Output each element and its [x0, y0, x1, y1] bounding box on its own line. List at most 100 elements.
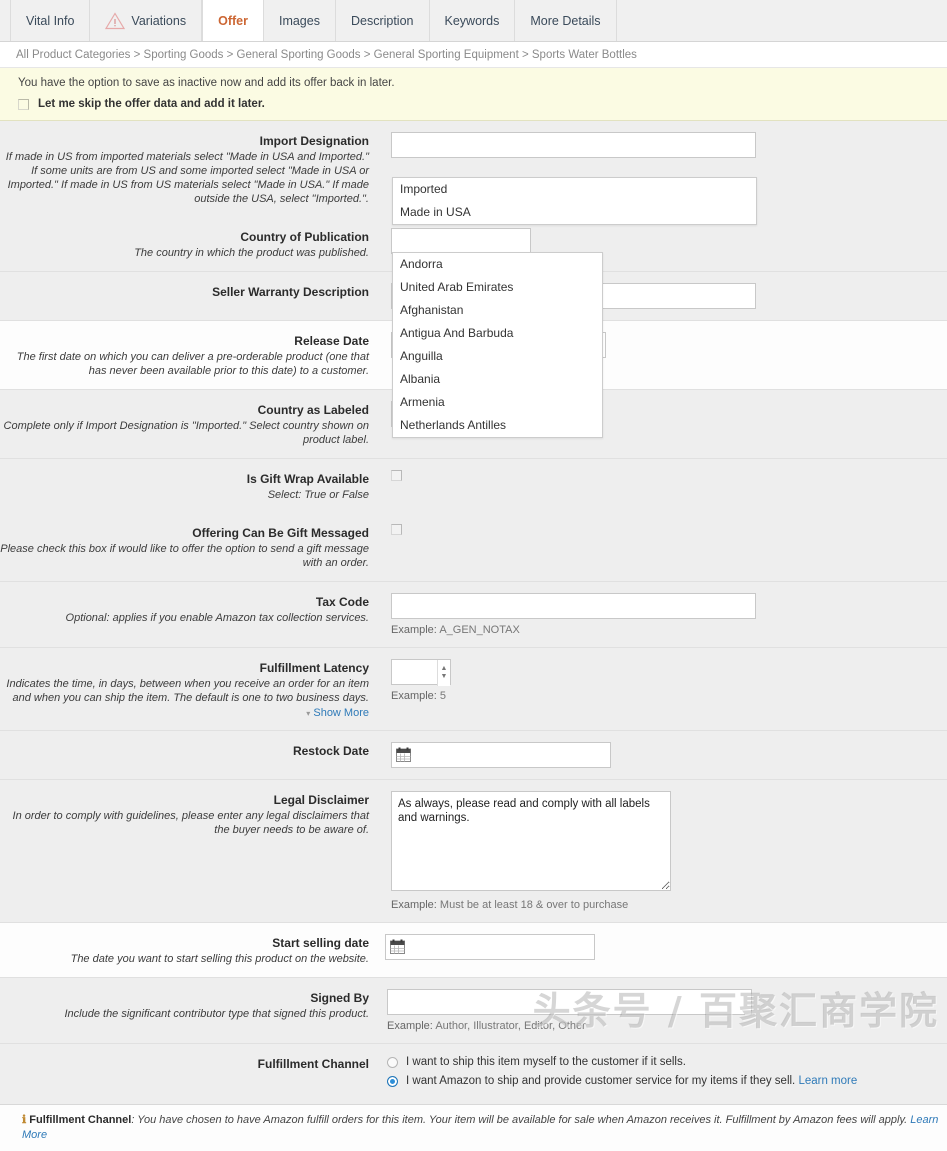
fulfillment-latency-label: Fulfillment Latency [259, 661, 369, 675]
fulfillment-channel-info-message: ℹ Fulfillment Channel: You have chosen t… [0, 1104, 947, 1151]
tab-vital-info[interactable]: Vital Info [10, 0, 91, 41]
radio-amazon-fulfilled[interactable] [387, 1076, 398, 1087]
tab-offer[interactable]: Offer [202, 0, 264, 41]
learn-more-link[interactable]: Learn more [798, 1075, 857, 1087]
country-as-labeled-description: Complete only if Import Designation is "… [3, 420, 369, 446]
fulfillment-option-merchant[interactable]: I want to ship this item myself to the c… [387, 1055, 947, 1070]
tab-images[interactable]: Images [264, 0, 336, 41]
autocomplete-option[interactable]: Armenia [393, 391, 602, 414]
country-as-labeled-label: Country as Labeled [257, 403, 369, 417]
autocomplete-option[interactable]: United Arab Emirates [393, 276, 602, 299]
row-signed-by: Signed By Include the significant contri… [0, 977, 947, 1043]
start-selling-date-picker[interactable] [385, 934, 595, 960]
import-designation-field [379, 132, 947, 158]
offer-skip-notice: You have the option to save as inactive … [0, 68, 947, 121]
gift-message-field [379, 524, 947, 538]
autocomplete-option[interactable]: Netherlands Antilles [393, 414, 602, 437]
fulfillment-option-amazon-label: I want Amazon to ship and provide custom… [406, 1075, 858, 1087]
import-designation-label-block: Import Designation If made in US from im… [0, 132, 379, 206]
fulfillment-channel-label-block: Fulfillment Channel [0, 1055, 379, 1072]
tab-more-details[interactable]: More Details [515, 0, 617, 41]
start-selling-date-label: Start selling date [272, 936, 369, 950]
breadcrumb-text: All Product Categories > Sporting Goods … [16, 48, 637, 61]
autocomplete-option[interactable]: Anguilla [393, 345, 602, 368]
country-of-publication-input[interactable] [391, 228, 531, 254]
fulfillment-option-merchant-label: I want to ship this item myself to the c… [406, 1056, 686, 1068]
signed-by-description: Include the significant contributor type… [64, 1008, 369, 1020]
skip-offer-row[interactable]: Let me skip the offer data and add it la… [18, 98, 947, 110]
start-selling-date-input[interactable] [385, 934, 595, 960]
signed-by-example: Example: Author, Illustrator, Editor, Ot… [387, 1020, 947, 1032]
skip-offer-checkbox[interactable] [18, 98, 29, 110]
signed-by-field: Example: Author, Illustrator, Editor, Ot… [379, 989, 947, 1032]
restock-date-picker[interactable] [391, 742, 611, 768]
tax-code-label: Tax Code [315, 595, 369, 609]
stepper-arrows-icon[interactable]: ▲ ▼ [437, 660, 450, 686]
row-start-selling-date: Start selling date The date you want to … [0, 922, 947, 977]
radio-merchant-fulfilled[interactable] [387, 1057, 398, 1068]
row-tax-code: Tax Code Optional: applies if you enable… [0, 581, 947, 647]
country-of-publication-label: Country of Publication [240, 230, 369, 244]
import-designation-description: If made in US from imported materials se… [5, 151, 369, 205]
tax-code-description: Optional: applies if you enable Amazon t… [65, 612, 369, 624]
country-of-publication-label-block: Country of Publication The country in wh… [0, 228, 379, 260]
tab-keywords[interactable]: Keywords [430, 0, 516, 41]
tax-code-field: Example: A_GEN_NOTAX [379, 593, 947, 636]
legal-disclaimer-example-label: Example: [391, 899, 437, 911]
gift-message-label: Offering Can Be Gift Messaged [192, 526, 369, 540]
legal-disclaimer-example: Example: Must be at least 18 & over to p… [391, 899, 947, 911]
tab-label: Description [350, 13, 414, 28]
tab-description[interactable]: Description [336, 0, 430, 41]
import-designation-autocomplete[interactable]: Imported Made in USA [392, 177, 757, 225]
restock-date-label: Restock Date [292, 744, 369, 758]
fulfillment-latency-stepper[interactable]: ▲ ▼ [391, 659, 451, 686]
legal-disclaimer-label: Legal Disclaimer [273, 793, 369, 807]
gift-wrap-checkbox[interactable] [391, 470, 402, 481]
country-of-publication-field [379, 228, 947, 254]
tab-label: Keywords [444, 13, 500, 28]
fulfillment-latency-example: Example: 5 [391, 690, 947, 702]
row-restock-date: Restock Date [0, 730, 947, 779]
tax-code-input[interactable] [391, 593, 756, 619]
signed-by-example-label: Example: [387, 1020, 433, 1032]
notice-message: You have the option to save as inactive … [18, 77, 395, 89]
gift-wrap-label-block: Is Gift Wrap Available Select: True or F… [0, 470, 379, 502]
import-designation-input[interactable] [391, 132, 756, 158]
seller-warranty-label: Seller Warranty Description [212, 285, 369, 299]
autocomplete-option[interactable]: Made in USA [393, 201, 756, 224]
release-date-label-block: Release Date The first date on which you… [0, 332, 379, 378]
start-selling-date-label-block: Start selling date The date you want to … [0, 934, 379, 966]
release-date-label: Release Date [294, 334, 369, 348]
skip-offer-label: Let me skip the offer data and add it la… [38, 98, 265, 110]
tab-variations[interactable]: Variations [90, 0, 203, 41]
signed-by-input[interactable] [387, 989, 752, 1015]
gift-message-label-block: Offering Can Be Gift Messaged Please che… [0, 524, 379, 570]
country-of-publication-description: The country in which the product was pub… [134, 247, 369, 259]
legal-disclaimer-textarea[interactable]: As always, please read and comply with a… [391, 791, 671, 891]
autocomplete-option[interactable]: Antigua And Barbuda [393, 322, 602, 345]
legal-disclaimer-field: As always, please read and comply with a… [379, 791, 947, 911]
fulfillment-latency-show-more[interactable]: ▾ Show More [306, 707, 369, 719]
country-of-publication-autocomplete[interactable]: Andorra United Arab Emirates Afghanistan… [392, 252, 603, 438]
info-icon: ℹ [22, 1114, 27, 1126]
fulfillment-option-amazon[interactable]: I want Amazon to ship and provide custom… [387, 1074, 947, 1089]
fulfillment-latency-field: ▲ ▼ Example: 5 [379, 659, 947, 702]
restock-date-input[interactable] [391, 742, 611, 768]
fulfillment-latency-example-label: Example: [391, 690, 437, 702]
chevron-down-icon: ▾ [306, 709, 311, 718]
autocomplete-option[interactable]: Albania [393, 368, 602, 391]
autocomplete-option[interactable]: Imported [393, 178, 756, 201]
warning-triangle-icon [105, 11, 126, 30]
gift-message-checkbox[interactable] [391, 524, 402, 535]
row-fulfillment-channel: Fulfillment Channel I want to ship this … [0, 1043, 947, 1104]
autocomplete-option[interactable]: Afghanistan [393, 299, 602, 322]
autocomplete-option[interactable]: Andorra [393, 253, 602, 276]
seller-warranty-label-block: Seller Warranty Description [0, 283, 379, 300]
tax-code-label-block: Tax Code Optional: applies if you enable… [0, 593, 379, 625]
row-fulfillment-latency: Fulfillment Latency Indicates the time, … [0, 647, 947, 730]
row-legal-disclaimer: Legal Disclaimer In order to comply with… [0, 779, 947, 922]
tab-label: Offer [218, 13, 248, 28]
tax-code-example-value: A_GEN_NOTAX [439, 624, 520, 636]
fulfillment-channel-field: I want to ship this item myself to the c… [379, 1055, 947, 1093]
signed-by-label-block: Signed By Include the significant contri… [0, 989, 379, 1021]
